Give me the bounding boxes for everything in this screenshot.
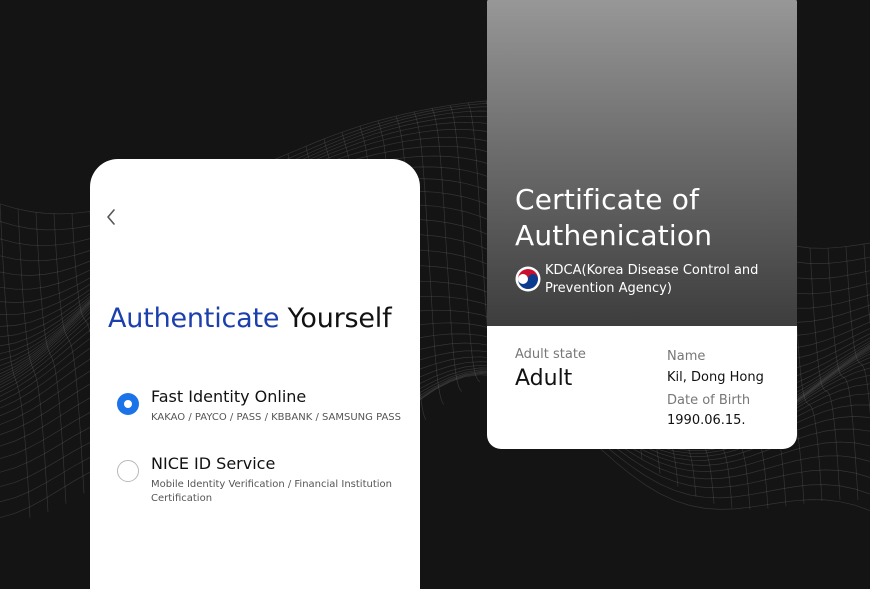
radio-fido-selected[interactable] (117, 393, 139, 415)
back-button[interactable] (104, 207, 118, 227)
chevron-left-icon (107, 209, 115, 225)
certificate-card: Certificate of Authenication KDCA(Korea … (487, 0, 797, 449)
option-nice-subtitle: Mobile Identity Verification / Financial… (151, 479, 392, 504)
name-label: Name (667, 349, 706, 364)
page-title: Authenticate Yourself (108, 303, 392, 334)
name-value: Kil, Dong Hong (667, 370, 764, 385)
dob-value: 1990.06.15. (667, 413, 746, 428)
adult-state-label: Adult state (515, 347, 586, 362)
option-fido-title: Fast Identity Online (151, 387, 307, 406)
page-title-accent: Authenticate (108, 303, 280, 334)
dob-label: Date of Birth (667, 393, 751, 408)
korea-emblem-icon (515, 266, 541, 292)
option-fido-subtitle: KAKAO / PAYCO / PASS / KBBANK / SAMSUNG … (151, 412, 402, 423)
agency-name: KDCA(Korea Disease Control and Preventio… (545, 263, 759, 296)
auth-phone-card (90, 159, 420, 589)
certificate-title: Certificate of Authenication (515, 183, 713, 252)
adult-state-value: Adult (515, 366, 573, 391)
radio-nice-unselected[interactable] (117, 460, 139, 482)
page-title-rest: Yourself (287, 303, 392, 334)
option-nice-title: NICE ID Service (151, 454, 276, 473)
